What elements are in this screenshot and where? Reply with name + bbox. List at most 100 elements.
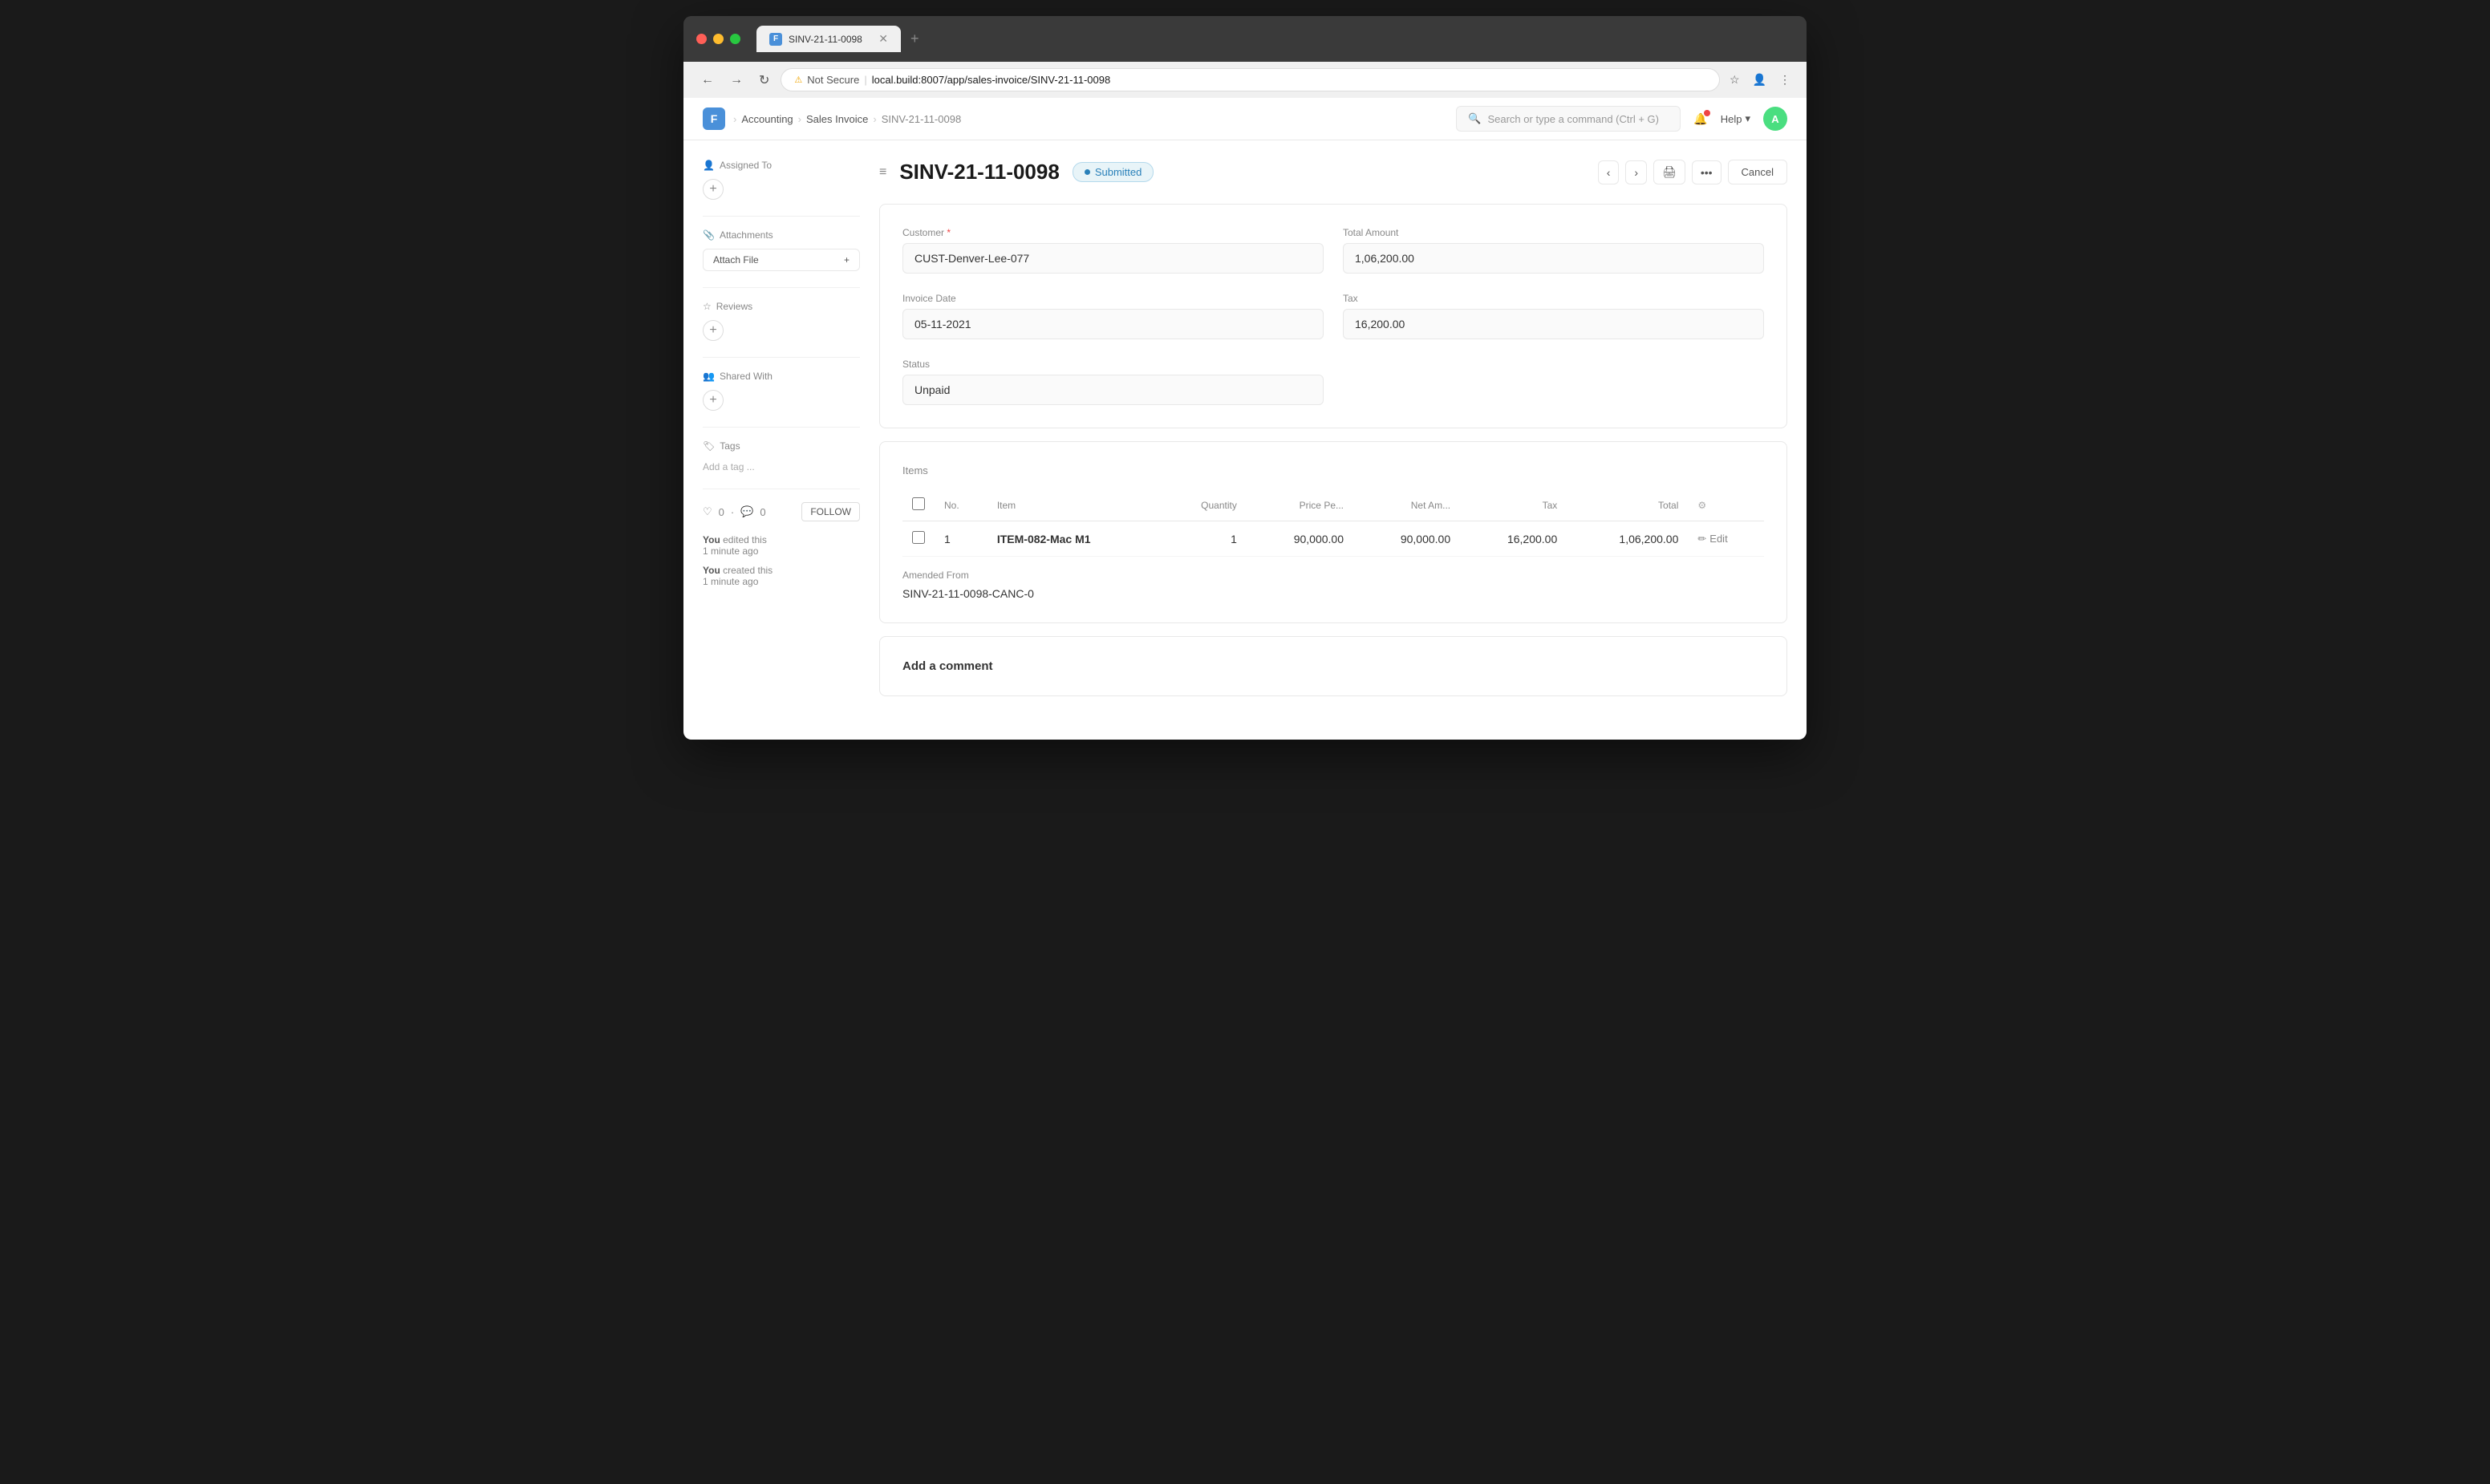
- browser-toolbar: ← → ↻ ⚠ Not Secure | local.build:8007/ap…: [683, 62, 1807, 98]
- col-settings: ⚙: [1688, 489, 1764, 521]
- forward-button[interactable]: →: [725, 70, 748, 91]
- items-section-label: Items: [902, 464, 1764, 476]
- comments-count: 0: [760, 506, 765, 518]
- form-card: Customer * CUST-Denver-Lee-077 Total Amo…: [879, 204, 1787, 428]
- row-item: ITEM-082-Mac M1: [987, 521, 1162, 557]
- more-actions-button[interactable]: •••: [1692, 160, 1722, 184]
- breadcrumb-accounting[interactable]: Accounting: [741, 113, 793, 125]
- search-icon: 🔍: [1468, 112, 1481, 125]
- row-tax: 16,200.00: [1460, 521, 1567, 557]
- breadcrumb-sep-3: ›: [873, 113, 876, 125]
- col-quantity: Quantity: [1162, 489, 1247, 521]
- header-right: 🔍 Search or type a command (Ctrl + G) 🔔 …: [1456, 106, 1787, 132]
- customer-group: Customer * CUST-Denver-Lee-077: [902, 227, 1324, 274]
- reviews-label: ☆ Reviews: [703, 301, 860, 312]
- row-edit-button[interactable]: ✏ Edit: [1697, 533, 1727, 545]
- attachments-label: 📎 Attachments: [703, 229, 860, 241]
- next-button[interactable]: ›: [1625, 160, 1647, 184]
- tag-icon: 🏷: [703, 440, 715, 452]
- back-button[interactable]: ←: [696, 70, 719, 91]
- help-button[interactable]: Help ▾: [1721, 112, 1750, 125]
- tags-label: 🏷 Tags: [703, 440, 860, 452]
- activity-time-1: 1 minute ago: [703, 545, 758, 557]
- row-checkbox-cell: [902, 521, 935, 557]
- sidebar: 👤 Assigned To + 📎 Attachments Attach Fil…: [703, 160, 879, 696]
- items-table: No. Item Quantity Price Pe... Net Am... …: [902, 489, 1764, 557]
- invoice-date-value[interactable]: 05-11-2021: [902, 309, 1324, 339]
- items-table-header: No. Item Quantity Price Pe... Net Am... …: [902, 489, 1764, 521]
- status-group: Status Unpaid: [902, 359, 1324, 405]
- shared-with-section: 👥 Shared With +: [703, 371, 860, 411]
- hamburger-icon[interactable]: ≡: [879, 165, 886, 180]
- notification-button[interactable]: 🔔: [1693, 112, 1707, 126]
- status-label: Submitted: [1095, 166, 1142, 178]
- attach-file-label: Attach File: [713, 254, 759, 266]
- new-tab-button[interactable]: +: [904, 30, 926, 47]
- person-icon: 👤: [703, 160, 715, 171]
- status-field-value: Unpaid: [902, 375, 1324, 405]
- row-checkbox[interactable]: [912, 531, 925, 544]
- address-separator: |: [864, 74, 866, 86]
- avatar: A: [1763, 107, 1787, 131]
- breadcrumb: › Accounting › Sales Invoice › SINV-21-1…: [733, 113, 961, 125]
- invoice-date-label: Invoice Date: [902, 293, 1324, 304]
- total-amount-value: 1,06,200.00: [1343, 243, 1764, 274]
- activity-entry-2: You created this 1 minute ago: [703, 565, 860, 587]
- tab-title: SINV-21-11-0098: [789, 34, 862, 45]
- cancel-button[interactable]: Cancel: [1728, 160, 1787, 184]
- activity-user-2: You: [703, 565, 720, 576]
- minimize-button[interactable]: [713, 34, 724, 44]
- not-secure-label: Not Secure: [807, 74, 859, 86]
- add-comment-title: Add a comment: [902, 659, 1764, 673]
- close-button[interactable]: [696, 34, 707, 44]
- address-bar[interactable]: ⚠ Not Secure | local.build:8007/app/sale…: [781, 68, 1720, 91]
- tax-group: Tax 16,200.00: [1343, 293, 1764, 339]
- prev-button[interactable]: ‹: [1598, 160, 1620, 184]
- sidebar-divider-4: [703, 427, 860, 428]
- comment-icon: 💬: [740, 505, 753, 518]
- row-net-amount: 90,000.00: [1353, 521, 1460, 557]
- reviews-section: ☆ Reviews +: [703, 301, 860, 341]
- customer-value[interactable]: CUST-Denver-Lee-077: [902, 243, 1324, 274]
- maximize-button[interactable]: [730, 34, 740, 44]
- pencil-icon: ✏: [1697, 533, 1706, 545]
- menu-icon[interactable]: ⋮: [1776, 70, 1794, 90]
- select-all-checkbox[interactable]: [912, 497, 925, 510]
- amended-from-label: Amended From: [902, 570, 1764, 581]
- amended-from-group: Amended From SINV-21-11-0098-CANC-0: [902, 570, 1764, 600]
- print-button[interactable]: 🖨: [1653, 160, 1685, 184]
- address-url: local.build:8007/app/sales-invoice/SINV-…: [872, 74, 1111, 86]
- tab-bar: F SINV-21-11-0098 ✕ +: [756, 26, 1794, 52]
- bookmark-icon[interactable]: ☆: [1726, 70, 1743, 90]
- total-amount-group: Total Amount 1,06,200.00: [1343, 227, 1764, 274]
- sidebar-divider-3: [703, 357, 860, 358]
- breadcrumb-sales-invoice[interactable]: Sales Invoice: [806, 113, 868, 125]
- search-bar[interactable]: 🔍 Search or type a command (Ctrl + G): [1456, 106, 1681, 132]
- tab-close-icon[interactable]: ✕: [878, 32, 888, 46]
- col-total: Total: [1567, 489, 1688, 521]
- col-net-amount: Net Am...: [1353, 489, 1460, 521]
- activity-action-2: created this: [723, 565, 773, 576]
- row-no: 1: [935, 521, 987, 557]
- add-review-button[interactable]: +: [703, 320, 724, 341]
- app-header: F › Accounting › Sales Invoice › SINV-21…: [683, 98, 1807, 140]
- header-checkbox-cell: [902, 489, 935, 521]
- activity-entry-1: You edited this 1 minute ago: [703, 534, 860, 557]
- attach-file-button[interactable]: Attach File +: [703, 249, 860, 271]
- table-settings-icon[interactable]: ⚙: [1697, 500, 1706, 511]
- breadcrumb-sep-2: ›: [798, 113, 801, 125]
- profile-icon[interactable]: 👤: [1750, 70, 1770, 90]
- follow-button[interactable]: FOLLOW: [801, 502, 860, 521]
- activity-time-2: 1 minute ago: [703, 576, 758, 587]
- add-assigned-button[interactable]: +: [703, 179, 724, 200]
- table-row: 1 ITEM-082-Mac M1 1 90,000.00 90,000.00 …: [902, 521, 1764, 557]
- add-shared-button[interactable]: +: [703, 390, 724, 411]
- paperclip-icon: 📎: [703, 229, 715, 241]
- customer-label: Customer *: [902, 227, 1324, 238]
- add-tag-placeholder[interactable]: Add a tag ...: [703, 461, 755, 472]
- col-tax: Tax: [1460, 489, 1567, 521]
- reload-button[interactable]: ↻: [754, 69, 774, 91]
- active-tab[interactable]: F SINV-21-11-0098 ✕: [756, 26, 901, 52]
- total-amount-label: Total Amount: [1343, 227, 1764, 238]
- row-quantity: 1: [1162, 521, 1247, 557]
